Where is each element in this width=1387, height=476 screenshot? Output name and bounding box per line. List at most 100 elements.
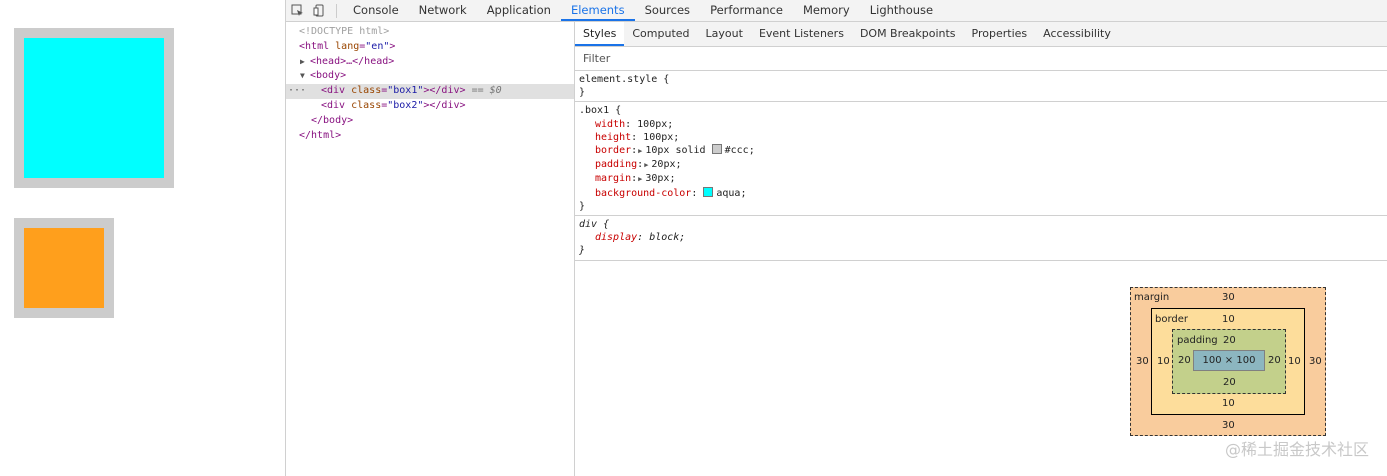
devtools-panel: Console Network Application Elements Sou… bbox=[285, 0, 1387, 476]
margin-bottom-value[interactable]: 30 bbox=[1222, 420, 1235, 431]
prop-name: margin bbox=[595, 173, 632, 185]
styles-pane: Styles Computed Layout Event Listeners D… bbox=[575, 22, 1387, 476]
dom-div-box1[interactable]: ··· <div class="box1"></div> == $0 bbox=[286, 84, 574, 99]
dom-doctype[interactable]: <!DOCTYPE html> bbox=[286, 25, 574, 40]
element-style-selector: element.style { bbox=[579, 74, 670, 85]
device-toolbar-icon[interactable] bbox=[308, 0, 330, 21]
dom-html-close[interactable]: </html> bbox=[286, 129, 574, 144]
subtab-accessibility[interactable]: Accessibility bbox=[1035, 22, 1119, 46]
rule-close-brace: } bbox=[579, 87, 586, 99]
tab-network[interactable]: Network bbox=[409, 0, 477, 21]
prop-color-value: #ccc; bbox=[724, 145, 755, 157]
padding-bottom-value[interactable]: 20 bbox=[1223, 377, 1236, 388]
border-right-value[interactable]: 10 bbox=[1288, 356, 1301, 367]
prop-background-color[interactable]: background-color: aqua; bbox=[579, 186, 1384, 200]
color-swatch-icon[interactable] bbox=[711, 144, 722, 155]
styles-filter-input[interactable] bbox=[581, 51, 885, 66]
box-model-margin[interactable]: margin 30 30 30 30 border 10 10 10 10 pa… bbox=[1130, 287, 1326, 436]
prop-width[interactable]: width: 100px; bbox=[579, 118, 1384, 131]
prop-name: display bbox=[595, 232, 638, 244]
class-attr-name: class bbox=[351, 99, 382, 111]
body-open-text: <body> bbox=[310, 70, 347, 82]
prop-name: background-color bbox=[595, 187, 692, 199]
class-attr-name: class bbox=[351, 85, 382, 97]
subtab-styles[interactable]: Styles bbox=[575, 22, 625, 46]
box-model-diagram: margin 30 30 30 30 border 10 10 10 10 pa… bbox=[1130, 287, 1326, 436]
dom-body-open[interactable]: ▼ <body> bbox=[286, 69, 574, 84]
rendered-page bbox=[0, 0, 285, 476]
tab-elements[interactable]: Elements bbox=[560, 0, 635, 21]
devtools-tab-bar: Console Network Application Elements Sou… bbox=[286, 0, 1387, 22]
prop-name: width bbox=[595, 118, 626, 130]
watermark: @稀土掘金技术社区 bbox=[1224, 440, 1369, 459]
padding-right-value[interactable]: 20 bbox=[1268, 355, 1281, 366]
selected-node-marker: == $0 bbox=[471, 85, 502, 97]
expand-shorthand-icon[interactable]: ▶ bbox=[644, 161, 648, 169]
padding-left-value[interactable]: 20 bbox=[1178, 355, 1191, 366]
expand-shorthand-icon[interactable]: ▶ bbox=[638, 175, 642, 183]
rule-div-user-agent[interactable]: div { display: block; } bbox=[575, 216, 1387, 261]
color-swatch-icon[interactable] bbox=[703, 186, 714, 197]
prop-value: 10px solid bbox=[645, 145, 712, 157]
dom-div-box2[interactable]: <div class="box2"></div> bbox=[286, 99, 574, 114]
prop-value: 30px; bbox=[645, 173, 676, 185]
tab-application[interactable]: Application bbox=[477, 0, 561, 21]
prop-margin[interactable]: margin:▶ 30px; bbox=[579, 172, 1384, 186]
border-bottom-value[interactable]: 10 bbox=[1222, 398, 1235, 409]
tab-lighthouse[interactable]: Lighthouse bbox=[860, 0, 943, 21]
margin-left-value[interactable]: 30 bbox=[1136, 356, 1149, 367]
subtab-computed[interactable]: Computed bbox=[624, 22, 697, 46]
lang-attr-name: lang bbox=[335, 40, 360, 52]
prop-value: 100px; bbox=[637, 118, 674, 130]
prop-display[interactable]: display: block; bbox=[579, 231, 1384, 244]
prop-name: padding bbox=[595, 159, 638, 171]
rule-close-brace: } bbox=[579, 200, 586, 212]
prop-value: block; bbox=[649, 232, 686, 244]
filter-row bbox=[575, 47, 1387, 71]
lang-attr-value: "en" bbox=[365, 40, 390, 52]
body-close-text: </body> bbox=[311, 114, 354, 126]
prop-color-value: aqua; bbox=[716, 187, 747, 199]
collapse-triangle-icon[interactable]: ▼ bbox=[300, 69, 310, 84]
tab-memory[interactable]: Memory bbox=[793, 0, 860, 21]
div-selector: div { bbox=[579, 219, 610, 231]
more-options-icon[interactable]: ··· bbox=[288, 84, 306, 99]
prop-value: 20px; bbox=[651, 159, 682, 171]
tab-console[interactable]: Console bbox=[343, 0, 409, 21]
padding-top-value[interactable]: 20 bbox=[1223, 335, 1236, 346]
box-model-padding[interactable]: padding 20 20 20 20 100 × 100 bbox=[1172, 329, 1286, 394]
prop-border[interactable]: border:▶ 10px solid #ccc; bbox=[579, 144, 1384, 158]
prop-name: height bbox=[595, 131, 632, 143]
expand-triangle-icon[interactable]: ▶ bbox=[300, 55, 310, 70]
expand-shorthand-icon[interactable]: ▶ bbox=[638, 147, 642, 155]
border-top-value[interactable]: 10 bbox=[1222, 314, 1235, 325]
dom-tree: <!DOCTYPE html> <html lang="en"> ▶ <head>… bbox=[286, 22, 575, 476]
dom-head[interactable]: ▶ <head>…</head> bbox=[286, 55, 574, 70]
margin-top-value[interactable]: 30 bbox=[1222, 292, 1235, 303]
subtab-layout[interactable]: Layout bbox=[698, 22, 751, 46]
subtab-event-listeners[interactable]: Event Listeners bbox=[751, 22, 852, 46]
tab-performance[interactable]: Performance bbox=[700, 0, 793, 21]
head-node-text: <head>…</head> bbox=[310, 55, 395, 67]
border-label: border bbox=[1155, 314, 1189, 325]
dom-body-close[interactable]: </body> bbox=[286, 114, 574, 129]
margin-right-value[interactable]: 30 bbox=[1309, 356, 1322, 367]
inspect-element-icon[interactable] bbox=[286, 0, 308, 21]
box1-selector: .box1 { bbox=[579, 105, 622, 117]
content-size-value: 100 × 100 bbox=[1202, 355, 1256, 366]
border-left-value[interactable]: 10 bbox=[1157, 356, 1170, 367]
prop-height[interactable]: height: 100px; bbox=[579, 131, 1384, 144]
prop-padding[interactable]: padding:▶ 20px; bbox=[579, 158, 1384, 172]
rule-close-brace: } bbox=[579, 245, 586, 257]
rule-element-style[interactable]: element.style { } bbox=[575, 71, 1387, 103]
padding-label: padding bbox=[1177, 335, 1218, 346]
html-close-text: </html> bbox=[299, 129, 342, 141]
box-model-border[interactable]: border 10 10 10 10 padding 20 20 20 20 1… bbox=[1151, 308, 1305, 415]
subtab-dom-breakpoints[interactable]: DOM Breakpoints bbox=[852, 22, 964, 46]
dom-html-open[interactable]: <html lang="en"> bbox=[286, 40, 574, 55]
doctype-text: <!DOCTYPE html> bbox=[299, 26, 390, 37]
tab-sources[interactable]: Sources bbox=[635, 0, 701, 21]
rule-box1[interactable]: .box1 { width: 100px; height: 100px; bor… bbox=[575, 102, 1387, 217]
subtab-properties[interactable]: Properties bbox=[964, 22, 1036, 46]
box-model-content[interactable]: 100 × 100 bbox=[1193, 350, 1265, 371]
